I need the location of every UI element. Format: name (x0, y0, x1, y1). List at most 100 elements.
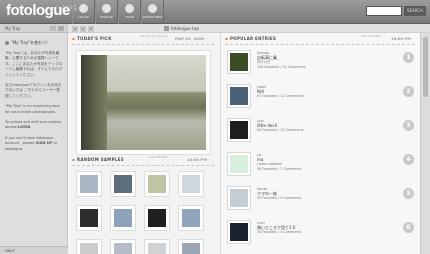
todays-pick-date: MAY 02, 2006 (175, 36, 205, 41)
random-sample-thumb[interactable] (76, 171, 102, 197)
entry-thumb[interactable] (227, 152, 251, 176)
entry-rank-badge: 6 (403, 222, 414, 233)
random-sample-thumb[interactable] (178, 205, 204, 231)
entry-thumb[interactable] (227, 84, 251, 108)
top-navigation-bar: fotologue フォトログで新しいつながりを LOG IN SIGN UP … (0, 0, 430, 24)
tray-text-en-2: To upload and edit your photos, please L… (5, 120, 63, 131)
nav-tour-button[interactable]: TOUR (118, 0, 141, 24)
eye-icon (125, 4, 134, 13)
todays-pick-sub: selected by fotologue (140, 35, 169, 38)
popular-column: ▪ POPULAR ENTRIES LAST UPDATED 10:00 PM t… (220, 33, 420, 254)
todays-pick-photo[interactable] (76, 50, 211, 155)
random-sample-thumb[interactable] (110, 171, 136, 197)
entry-thumb[interactable] (227, 220, 251, 244)
tray-text-en-1: "My Tray" is an organizing tool for your… (5, 104, 60, 114)
random-sample-thumb[interactable] (110, 239, 136, 254)
entry-stats: 52 Favorites / 9 Comments (257, 196, 302, 200)
entry-stats: 38 Favorites / 7 Comments (257, 166, 302, 171)
popular-entries-sub: LAST UPDATED (361, 35, 381, 38)
nav-login-button[interactable]: LOG IN (72, 0, 95, 24)
orange-bullet-icon: ▪ (72, 36, 76, 41)
entry-text: naoki N/A 87 Favorites / 12 Comments (257, 85, 377, 99)
tray-text-en-2a: To upload and edit your photos, please (5, 120, 62, 130)
entry-rank-badge: 5 (403, 188, 414, 199)
random-sample-thumb[interactable] (76, 239, 102, 254)
thumb-image (148, 175, 166, 193)
entry-rank-badge: 1 (403, 52, 414, 63)
random-sample-thumb[interactable] (144, 205, 170, 231)
nav-signup-button[interactable]: SIGN UP (95, 0, 118, 24)
person-icon (102, 4, 111, 13)
help-button[interactable]: HELP (0, 246, 68, 254)
breadcrumb-bar: ◂ ▸ ↻ fotologue top (68, 24, 430, 33)
thumb-image (182, 243, 200, 254)
popular-entries-title: POPULAR ENTRIES (230, 36, 277, 41)
entry-text: tomozo 自転車に乗 何かの日 148 Favorites / 31 Commen… (257, 51, 377, 69)
nav-tour-label: TOUR (125, 15, 134, 19)
forward-button[interactable]: ▸ (80, 25, 86, 32)
entry-stats: 30 Favorites / 4 Comments (257, 230, 302, 234)
popular-entry[interactable]: hanae クマの一族 52 Favorites / 9 Comments 5 (225, 186, 414, 214)
random-sample-thumb[interactable] (110, 205, 136, 231)
thumb-image (114, 209, 132, 227)
entry-thumb[interactable] (227, 186, 251, 210)
entry-thumb[interactable] (227, 118, 251, 142)
orange-bullet-icon: ▪ (72, 157, 76, 162)
entry-stats: 148 Favorites / 31 Comments (257, 64, 306, 69)
search-input[interactable] (366, 6, 402, 16)
main-column: ▪ TODAY'S PICK selected by fotologue MAY … (68, 33, 220, 254)
refresh-button[interactable]: ↻ (88, 25, 94, 32)
random-samples-title: RANDOM SAMPLES (77, 157, 124, 162)
entry-image (230, 87, 248, 105)
popular-entry[interactable]: tomozo 自転車に乗 何かの日 148 Favorites / 31 Commen… (225, 50, 414, 78)
entry-text: kumi 暗いところで見て1.0 30 Favorites / 4 Comments (257, 221, 377, 235)
my-tray-title: My Tray (5, 26, 21, 31)
nav-whats-new-button[interactable]: WHAT'S NEW (141, 0, 164, 24)
entry-text: hanae クマの一族 52 Favorites / 9 Comments (257, 187, 377, 201)
random-sample-thumb[interactable] (144, 171, 170, 197)
orange-bullet-icon: ▪ (225, 36, 229, 41)
tray-signup-link[interactable]: SIGN UP (36, 141, 53, 145)
thumb-image (182, 175, 200, 193)
breadcrumb-text[interactable]: fotologue top (171, 24, 199, 33)
random-sample-thumb[interactable] (178, 171, 204, 197)
todays-pick-title: TODAY'S PICK (77, 36, 112, 41)
back-button[interactable]: ◂ (72, 25, 78, 32)
entry-image (230, 155, 248, 173)
thumb-image (182, 209, 200, 227)
divider (72, 165, 214, 166)
entry-stats: 87 Favorites / 12 Comments (257, 94, 304, 98)
thumb-image (114, 243, 132, 254)
tray-text-ja-1: "My Tray" は、あなたが写真を編集、公開するための整理トレーです。ここに… (5, 51, 63, 77)
tray-expand-icon[interactable] (50, 26, 56, 31)
popular-entry[interactable]: yo ma cream sabbath 38 Favorites / 7 Commen… (225, 152, 414, 180)
popular-entry[interactable]: naoki N/A 87 Favorites / 12 Comments 2 (225, 84, 414, 112)
random-sample-thumb[interactable] (144, 239, 170, 254)
tray-collapse-icon[interactable] (58, 26, 64, 31)
entry-text: yo ma cream sabbath 38 Favorites / 7 Commen… (257, 153, 377, 171)
entry-image (230, 121, 248, 139)
thumb-image (114, 175, 132, 193)
entry-image (230, 189, 248, 207)
fotologue-logo[interactable]: fotologue (6, 2, 70, 19)
divider (225, 44, 415, 45)
random-samples-heading: ▪ RANDOM SAMPLES (72, 156, 124, 164)
entry-thumb[interactable] (227, 50, 251, 74)
search-button[interactable]: SEARCH (404, 6, 426, 16)
scrollbar[interactable] (420, 33, 430, 254)
scrollbar-thumb[interactable] (423, 37, 428, 97)
random-sample-thumb[interactable] (178, 239, 204, 254)
tray-login-link[interactable]: LOGIN (18, 125, 31, 129)
popular-entry[interactable]: kumi 暗いところで見て1.0 30 Favorites / 4 Comments… (225, 220, 414, 248)
home-icon[interactable] (164, 26, 169, 31)
popular-entry[interactable]: yuki little devil 64 Favorites / 22 Commen… (225, 118, 414, 146)
thumb-image (80, 209, 98, 227)
key-icon (79, 4, 88, 13)
entry-rank-badge: 3 (403, 120, 414, 131)
popular-entries-time: 10:00 PM (391, 36, 411, 41)
info-icon (148, 4, 157, 13)
random-sample-thumb[interactable] (76, 205, 102, 231)
todays-pick-image (81, 55, 206, 150)
todays-pick-heading: ▪ TODAY'S PICK (72, 35, 112, 43)
thumb-image (80, 243, 98, 254)
